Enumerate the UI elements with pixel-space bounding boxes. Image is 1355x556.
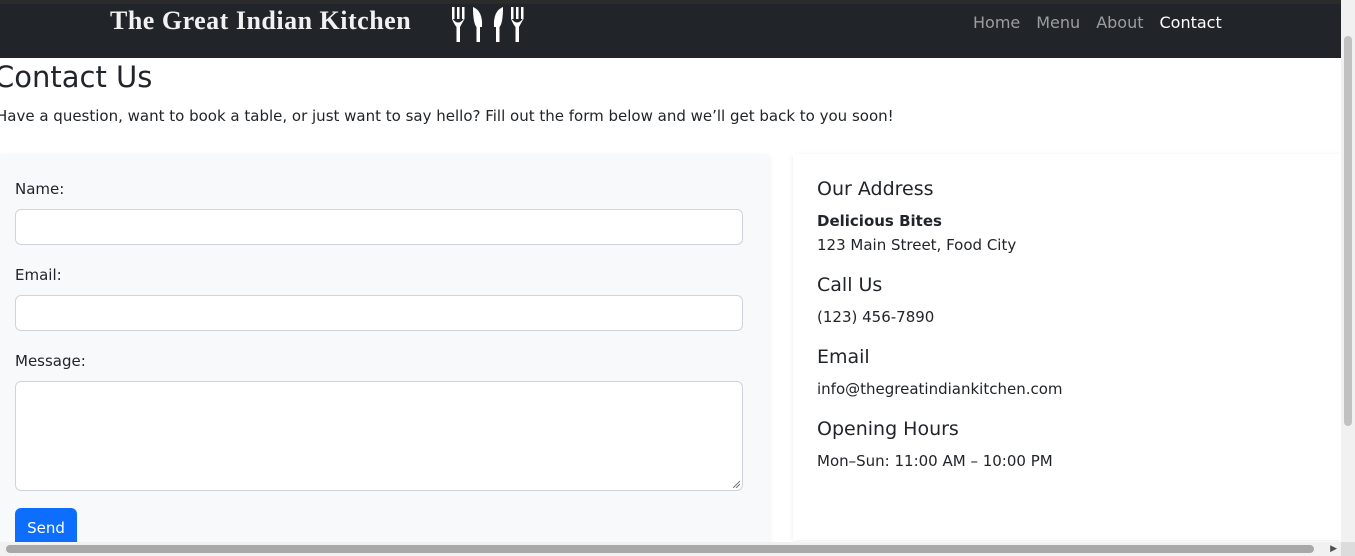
nav-link-home[interactable]: Home: [973, 13, 1020, 32]
address-heading: Our Address: [817, 178, 934, 200]
message-label: Message:: [15, 352, 86, 370]
resize-grip-icon[interactable]: [732, 480, 740, 488]
page-title: Contact Us: [0, 60, 153, 94]
name-label: Name:: [15, 180, 65, 198]
horizontal-scrollbar[interactable]: ▶: [0, 542, 1355, 556]
brand-title[interactable]: The Great Indian Kitchen: [110, 6, 411, 36]
address-line: 123 Main Street, Food City: [817, 236, 1017, 254]
scroll-right-arrow-icon[interactable]: ▶: [1330, 542, 1337, 556]
navbar: The Great Indian Kitchen Home Menu About…: [0, 4, 1341, 58]
vertical-scrollbar-thumb[interactable]: [1344, 36, 1352, 426]
scrollbar-corner: [1341, 542, 1355, 556]
nav-link-about[interactable]: About: [1096, 13, 1143, 32]
business-name: Delicious Bites: [817, 212, 942, 230]
email-label: Email:: [15, 266, 62, 284]
name-input[interactable]: [15, 209, 743, 245]
opening-hours: Mon–Sun: 11:00 AM – 10:00 PM: [817, 452, 1053, 470]
message-textarea[interactable]: [15, 381, 743, 491]
fork-knife-icon: [452, 7, 524, 42]
hours-heading: Opening Hours: [817, 418, 959, 440]
nav-link-menu[interactable]: Menu: [1036, 13, 1080, 32]
contact-form: Name: Email: Message: Send: [0, 154, 769, 554]
phone-number: (123) 456-7890: [817, 308, 935, 326]
contact-info-card: Our Address Delicious Bites 123 Main Str…: [793, 154, 1341, 540]
call-heading: Call Us: [817, 274, 883, 296]
nav-link-contact[interactable]: Contact: [1160, 13, 1222, 32]
email-input[interactable]: [15, 295, 743, 331]
horizontal-scrollbar-thumb[interactable]: [6, 545, 1314, 553]
email-address: info@thegreatindiankitchen.com: [817, 380, 1063, 398]
email-heading: Email: [817, 346, 870, 368]
vertical-scrollbar[interactable]: [1341, 0, 1355, 542]
intro-text: Have a question, want to book a table, o…: [0, 107, 894, 125]
nav-links: Home Menu About Contact: [973, 13, 1238, 32]
